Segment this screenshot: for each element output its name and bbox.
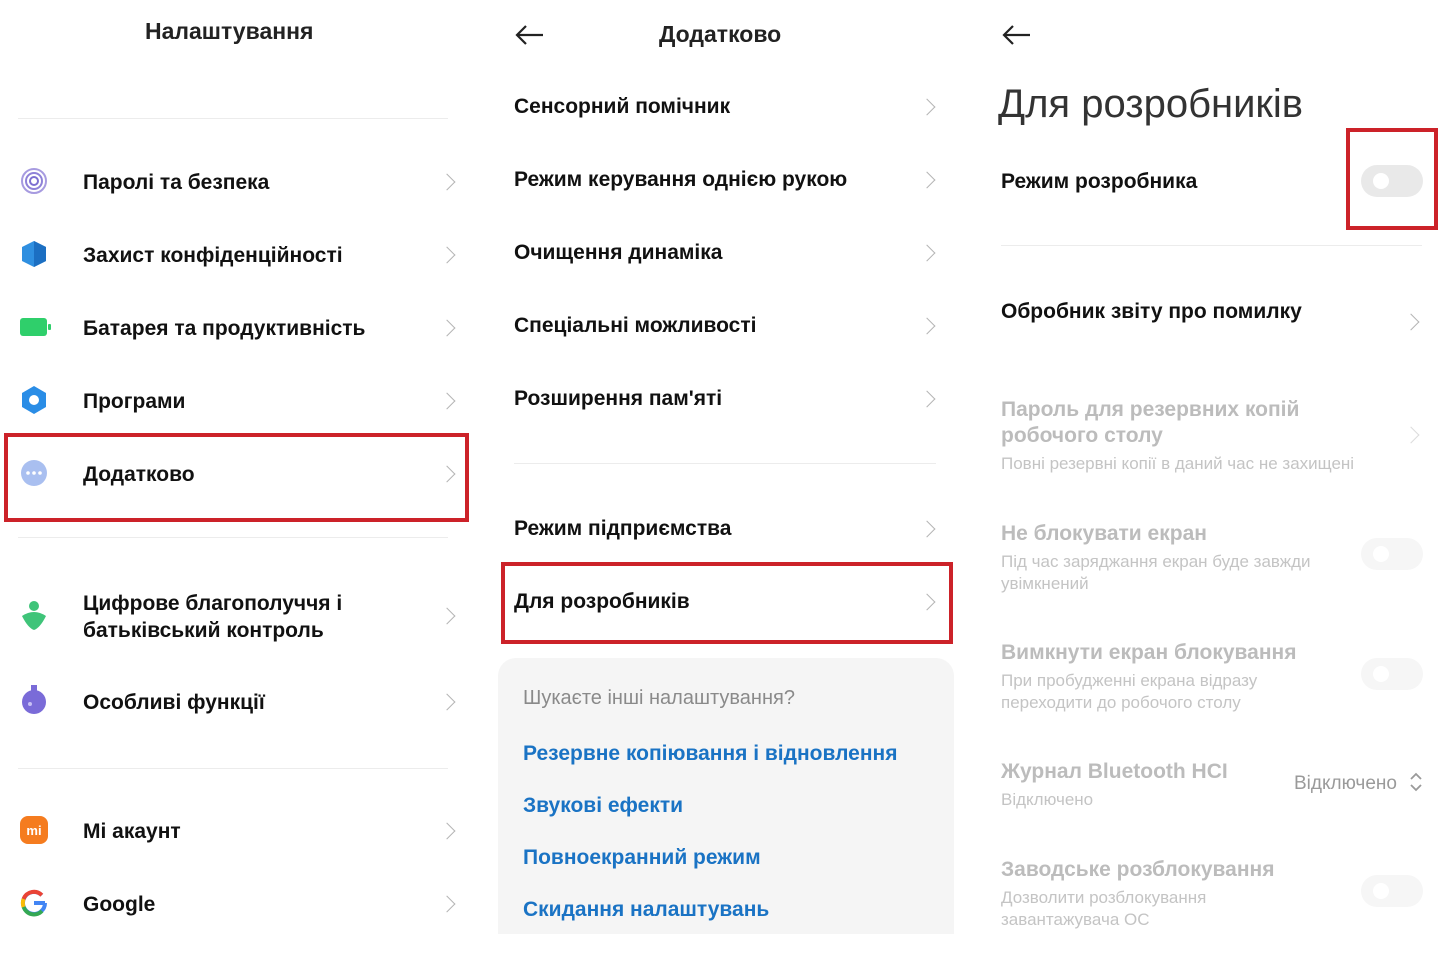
chevron-right-icon	[438, 392, 456, 410]
backup-password-title: Пароль для резервних копій робочого стол…	[1001, 398, 1300, 447]
chevron-right-icon	[918, 98, 936, 116]
bluetooth-hci-value[interactable]: Відключено	[1294, 773, 1397, 795]
settings-item-battery[interactable]: Батарея та продуктивність	[0, 296, 470, 358]
menu-item-label: Сенсорний помічник	[514, 95, 731, 118]
fingerprint-icon	[21, 168, 47, 194]
svg-text:mi: mi	[26, 823, 41, 838]
settings-item-label: Батарея та продуктивність	[83, 317, 366, 340]
chevron-right-icon	[438, 319, 456, 337]
settings-item-label: Особливі функції	[83, 691, 265, 714]
settings-item-label: Mi акаунт	[83, 820, 181, 843]
stay-awake-item: Не блокувати екран Під час заряджання ек…	[990, 520, 1430, 600]
menu-item-enterprise-mode[interactable]: Режим підприємства	[500, 497, 950, 559]
back-arrow-icon[interactable]	[1002, 24, 1032, 46]
chevron-right-icon	[438, 693, 456, 711]
settings-item-mi-account[interactable]: mi Mi акаунт	[0, 799, 470, 861]
chevron-right-icon	[918, 520, 936, 538]
suggestions-heading: Шукаєте інші налаштування?	[523, 687, 795, 709]
highlight-box	[4, 433, 469, 522]
page-title: Додатково	[659, 21, 782, 47]
bug-report-handler-item[interactable]: Обробник звіту про помилку	[990, 290, 1430, 350]
settings-item-privacy[interactable]: Захист конфіденційності	[0, 223, 470, 285]
toggle-knob	[1373, 883, 1389, 899]
gear-icon	[22, 386, 46, 414]
toggle-knob	[1373, 666, 1389, 682]
divider	[1001, 245, 1422, 246]
dropdown-updown-icon	[1410, 772, 1422, 792]
oem-unlock-subtitle: Дозволити розблокування завантажувача ОС	[1001, 888, 1207, 929]
link-reset-settings[interactable]: Скидання налаштувань	[523, 898, 769, 922]
highlight-box	[1346, 128, 1438, 230]
disable-lockscreen-item: Вимкнути екран блокування При пробудженн…	[990, 639, 1430, 719]
menu-item-label: Режим підприємства	[514, 517, 732, 540]
bluetooth-hci-item[interactable]: Журнал Bluetooth HCI Відключено Відключе…	[990, 758, 1430, 818]
backup-password-item[interactable]: Пароль для резервних копій робочого стол…	[990, 395, 1430, 480]
chevron-right-icon	[1402, 426, 1420, 444]
settings-item-label: Програми	[83, 390, 186, 413]
settings-item-wellbeing[interactable]: Цифрове благополуччя і батьківський конт…	[0, 580, 470, 652]
chevron-right-icon	[918, 171, 936, 189]
bug-report-label: Обробник звіту про помилку	[1001, 300, 1302, 323]
menu-item-label: Режим керування однією рукою	[514, 168, 848, 191]
chevron-right-icon	[438, 822, 456, 840]
chevron-right-icon	[438, 246, 456, 264]
battery-icon	[20, 318, 51, 336]
highlight-box	[501, 562, 953, 644]
oem-unlock-toggle[interactable]	[1361, 875, 1423, 907]
shield-icon	[22, 241, 46, 267]
chevron-right-icon	[438, 895, 456, 913]
menu-item-accessibility[interactable]: Спеціальні можливості	[500, 294, 950, 356]
menu-item-one-handed[interactable]: Режим керування однією рукою	[500, 148, 950, 210]
toggle-knob	[1373, 546, 1389, 562]
link-fullscreen-mode[interactable]: Повноекранний режим	[523, 846, 761, 870]
menu-item-memory-extension[interactable]: Розширення пам'яті	[500, 367, 950, 429]
settings-item-label: Захист конфіденційності	[83, 244, 343, 267]
backup-password-subtitle: Повні резервні копії в даний час не захи…	[1001, 454, 1355, 473]
stay-awake-toggle[interactable]	[1361, 538, 1423, 570]
menu-item-label: Спеціальні можливості	[514, 314, 757, 337]
divider	[514, 463, 936, 464]
menu-item-speaker-cleaner[interactable]: Очищення динаміка	[500, 221, 950, 283]
settings-item-label: Google	[83, 893, 156, 916]
bluetooth-hci-subtitle: Відключено	[1001, 790, 1094, 809]
stay-awake-subtitle: Під час заряджання екран буде завжди уві…	[1001, 552, 1311, 593]
settings-item-google[interactable]: Google	[0, 872, 470, 934]
chevron-right-icon	[438, 173, 456, 191]
divider	[18, 768, 448, 769]
flask-icon	[22, 685, 46, 714]
suggestions-card: Шукаєте інші налаштування? Резервне копі…	[498, 658, 954, 934]
chevron-right-icon	[918, 317, 936, 335]
disable-lockscreen-toggle[interactable]	[1361, 658, 1423, 690]
mi-logo-icon: mi	[20, 816, 48, 844]
link-backup-restore[interactable]: Резервне копіювання і відновлення	[523, 742, 897, 766]
page-title: Для розробників	[998, 82, 1304, 126]
google-logo-icon	[20, 889, 47, 917]
oem-unlock-item: Заводське розблокування Дозволити розбло…	[990, 856, 1430, 936]
menu-item-touch-assistant[interactable]: Сенсорний помічник	[500, 75, 950, 137]
settings-item-label: Паролі та безпека	[83, 171, 270, 194]
link-sound-effects[interactable]: Звукові ефекти	[523, 794, 683, 818]
settings-item-special-features[interactable]: Особливі функції	[0, 670, 470, 732]
settings-item-passwords[interactable]: Паролі та безпека	[0, 150, 470, 212]
disable-lockscreen-subtitle: При пробудженні екрана відразу переходит…	[1001, 671, 1258, 712]
wellbeing-icon	[22, 601, 46, 630]
settings-item-label: Цифрове благополуччя і батьківський конт…	[83, 592, 343, 642]
settings-item-apps[interactable]: Програми	[0, 369, 470, 431]
menu-item-label: Розширення пам'яті	[514, 387, 723, 410]
stay-awake-title: Не блокувати екран	[1001, 522, 1207, 545]
divider	[18, 537, 448, 538]
back-arrow-icon[interactable]	[515, 24, 545, 46]
chevron-right-icon	[918, 244, 936, 262]
bluetooth-hci-title: Журнал Bluetooth HCI	[1001, 760, 1228, 783]
page-title: Налаштування	[145, 18, 314, 44]
disable-lockscreen-title: Вимкнути екран блокування	[1001, 641, 1297, 664]
chevron-right-icon	[918, 390, 936, 408]
divider	[18, 118, 448, 119]
developer-mode-label: Режим розробника	[1001, 170, 1198, 193]
oem-unlock-title: Заводське розблокування	[1001, 858, 1275, 881]
menu-item-label: Очищення динаміка	[514, 241, 723, 264]
chevron-right-icon	[438, 607, 456, 625]
chevron-right-icon	[1402, 313, 1420, 331]
